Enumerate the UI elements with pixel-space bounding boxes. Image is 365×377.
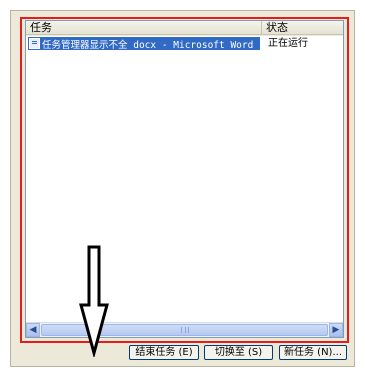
end-task-button[interactable]: 结束任务 (E) bbox=[129, 345, 199, 360]
down-arrow-icon bbox=[79, 245, 109, 357]
switch-to-button[interactable]: 切换至 (S) bbox=[204, 345, 273, 360]
new-task-button[interactable]: 新任务 (N)... bbox=[279, 345, 347, 360]
annotation-outline bbox=[20, 17, 349, 343]
